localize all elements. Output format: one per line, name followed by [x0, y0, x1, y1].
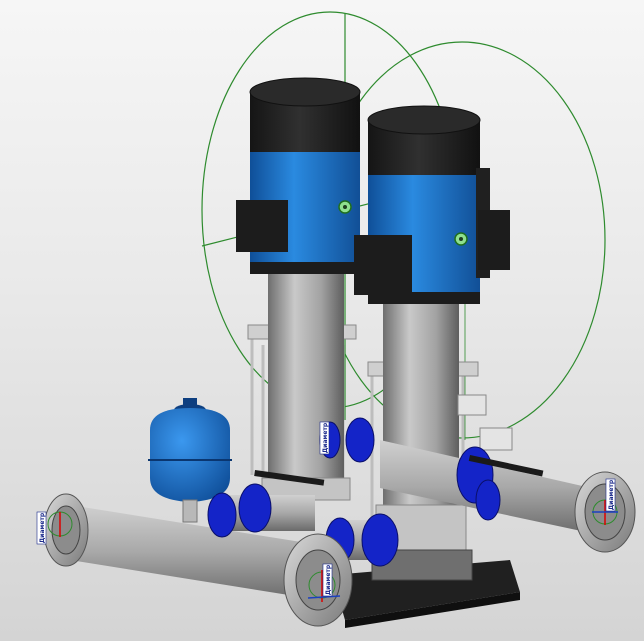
butterfly-valve[interactable] [238, 483, 272, 533]
pump-left-body [268, 270, 344, 500]
dimension-tag-label: Диаметр [608, 479, 615, 510]
dimension-tag-icon[interactable]: Диаметр [322, 563, 333, 597]
pump-station-model[interactable]: Диаметр Диаметр Диаметр Диаметр [0, 0, 644, 641]
pump-left[interactable] [236, 77, 361, 501]
pump-right-terminal-box [354, 235, 412, 295]
manifold-front-right[interactable] [283, 533, 353, 627]
dimension-tag-icon[interactable]: Диаметр [36, 511, 47, 545]
3d-viewport[interactable]: Диаметр Диаметр Диаметр Диаметр [0, 0, 644, 641]
dimension-tag-label: Диаметр [325, 564, 332, 595]
dimension-tag-label: Диаметр [322, 422, 329, 453]
dimension-tag-label: Диаметр [39, 512, 46, 543]
dimension-tag-icon[interactable]: Диаметр [319, 421, 330, 455]
pump-left-terminal-box [236, 200, 288, 252]
dimension-tag-icon[interactable]: Диаметр [605, 478, 616, 512]
